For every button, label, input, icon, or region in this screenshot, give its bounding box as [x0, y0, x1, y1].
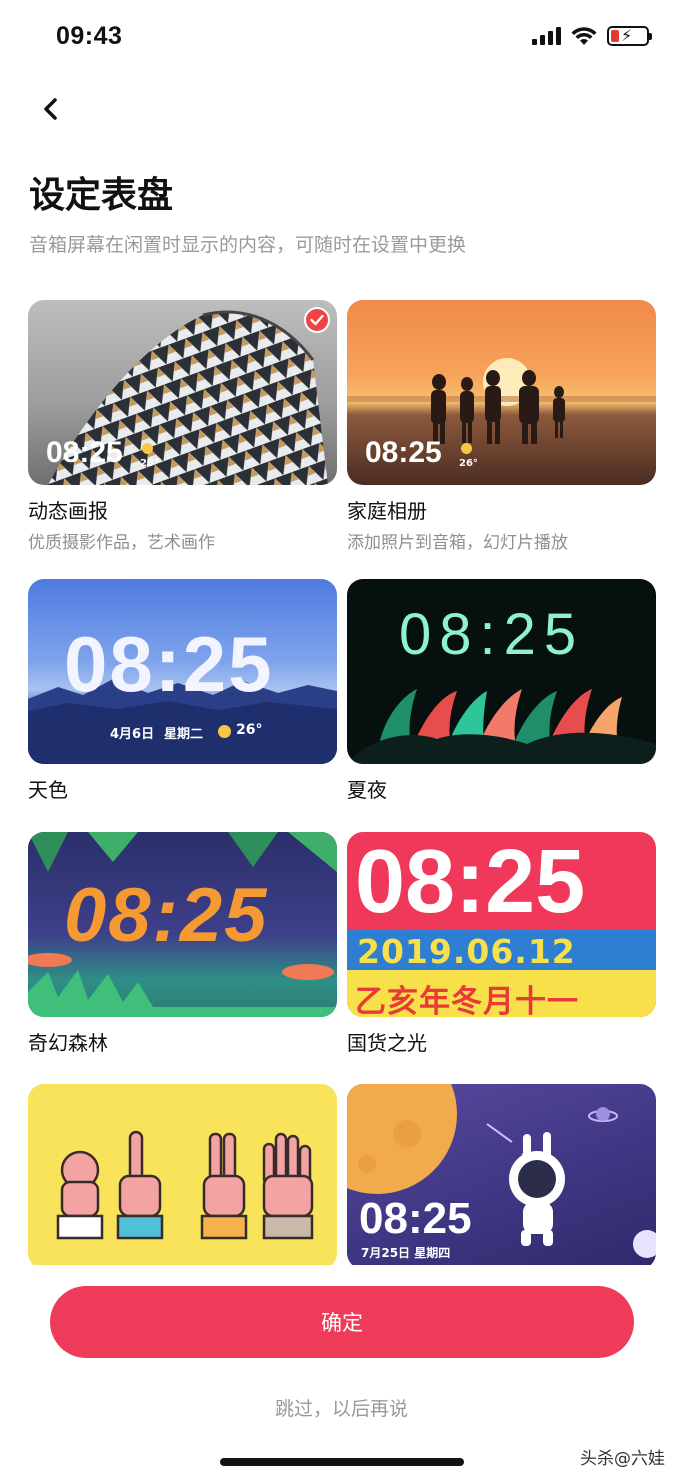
- watchface-card-summer-night[interactable]: 08:25 夏夜: [347, 579, 656, 803]
- selected-check-icon: [304, 307, 330, 333]
- card-title: 国货之光: [347, 1031, 427, 1055]
- preview-lunar: 乙亥年冬月十一: [355, 984, 579, 1017]
- confirm-button[interactable]: 确定: [50, 1286, 634, 1358]
- card-title: 家庭相册: [347, 499, 427, 523]
- preview-time: 08:25: [355, 832, 586, 932]
- card-desc: 优质摄影作品，艺术画作: [28, 533, 215, 553]
- back-button[interactable]: [34, 92, 68, 126]
- watchface-preview: 08:25 26°: [28, 300, 337, 485]
- preview-date: 7月25日 星期四: [361, 1246, 451, 1260]
- watchface-preview: 08:25: [347, 579, 656, 764]
- watchface-card-domestic[interactable]: 08:25 2019.06.12 乙亥年冬月十一 国货之光: [347, 832, 656, 1056]
- watchface-card-fantasy-forest[interactable]: 08:25 奇幻森林: [28, 832, 337, 1056]
- card-title: 动态画报: [28, 499, 108, 523]
- card-title: 天色: [28, 778, 68, 802]
- watchface-preview: 08:25 4月6日 星期二 26°: [28, 579, 337, 764]
- status-icons: ⚡: [532, 26, 652, 46]
- page-subtitle: 音箱屏幕在闲置时显示的内容，可随时在设置中更换: [29, 234, 467, 256]
- signal-icon: [532, 27, 561, 45]
- card-title: 夏夜: [347, 778, 387, 802]
- preview-temp: 26°: [140, 458, 159, 469]
- card-title: 奇幻森林: [28, 1031, 108, 1055]
- watchface-preview: 08:25: [28, 832, 337, 1017]
- preview-date: 4月6日: [110, 727, 155, 742]
- preview-time: 08:25: [46, 436, 123, 469]
- watchface-preview: 08:25 2019.06.12 乙亥年冬月十一: [347, 832, 656, 1017]
- status-time: 09:43: [56, 22, 123, 50]
- sun-icon: [461, 443, 472, 454]
- watchface-preview: [28, 1084, 337, 1265]
- card-desc: 添加照片到音箱，幻灯片播放: [347, 533, 568, 553]
- preview-temp: 26°: [236, 722, 263, 738]
- watchface-preview: 08:25 26°: [347, 300, 656, 485]
- watermark: 头杀@六娃: [580, 1449, 665, 1469]
- sun-icon: [218, 725, 231, 738]
- page-title: 设定表盘: [29, 175, 174, 216]
- preview-time: 08:25: [399, 602, 585, 667]
- battery-icon: ⚡: [607, 26, 652, 46]
- skip-link[interactable]: 跳过，以后再说: [0, 1394, 683, 1421]
- watchface-card-family-album[interactable]: 08:25 26° 家庭相册 添加照片到音箱，幻灯片播放: [347, 300, 656, 553]
- watchface-card-space[interactable]: 08:25 7月25日 星期四: [347, 1084, 656, 1265]
- wifi-icon: [571, 26, 597, 46]
- preview-time: 08:25: [64, 873, 269, 958]
- preview-time: 08:25: [359, 1194, 472, 1243]
- preview-weekday: 星期二: [164, 727, 204, 742]
- sun-icon: [142, 443, 153, 454]
- hand-gesture-image: [56, 1130, 314, 1240]
- status-bar: 09:43 ⚡: [0, 0, 683, 76]
- preview-time: 08:25: [64, 620, 274, 708]
- watchface-grid: 08:25 26° 动态画报 优质摄影作品，艺术画作 08:25 26° 家庭相…: [28, 300, 656, 1265]
- watchface-card-sky[interactable]: 08:25 4月6日 星期二 26° 天色: [28, 579, 337, 803]
- watchface-card-dynamic[interactable]: 08:25 26° 动态画报 优质摄影作品，艺术画作: [28, 300, 337, 553]
- preview-time: 08:25: [365, 436, 442, 469]
- watchface-card-hands[interactable]: [28, 1084, 337, 1265]
- chevron-left-icon: [44, 98, 57, 120]
- preview-temp: 26°: [459, 458, 478, 469]
- preview-date: 2019.06.12: [357, 932, 576, 971]
- watchface-preview: 08:25 7月25日 星期四: [347, 1084, 656, 1265]
- home-indicator[interactable]: [220, 1458, 464, 1466]
